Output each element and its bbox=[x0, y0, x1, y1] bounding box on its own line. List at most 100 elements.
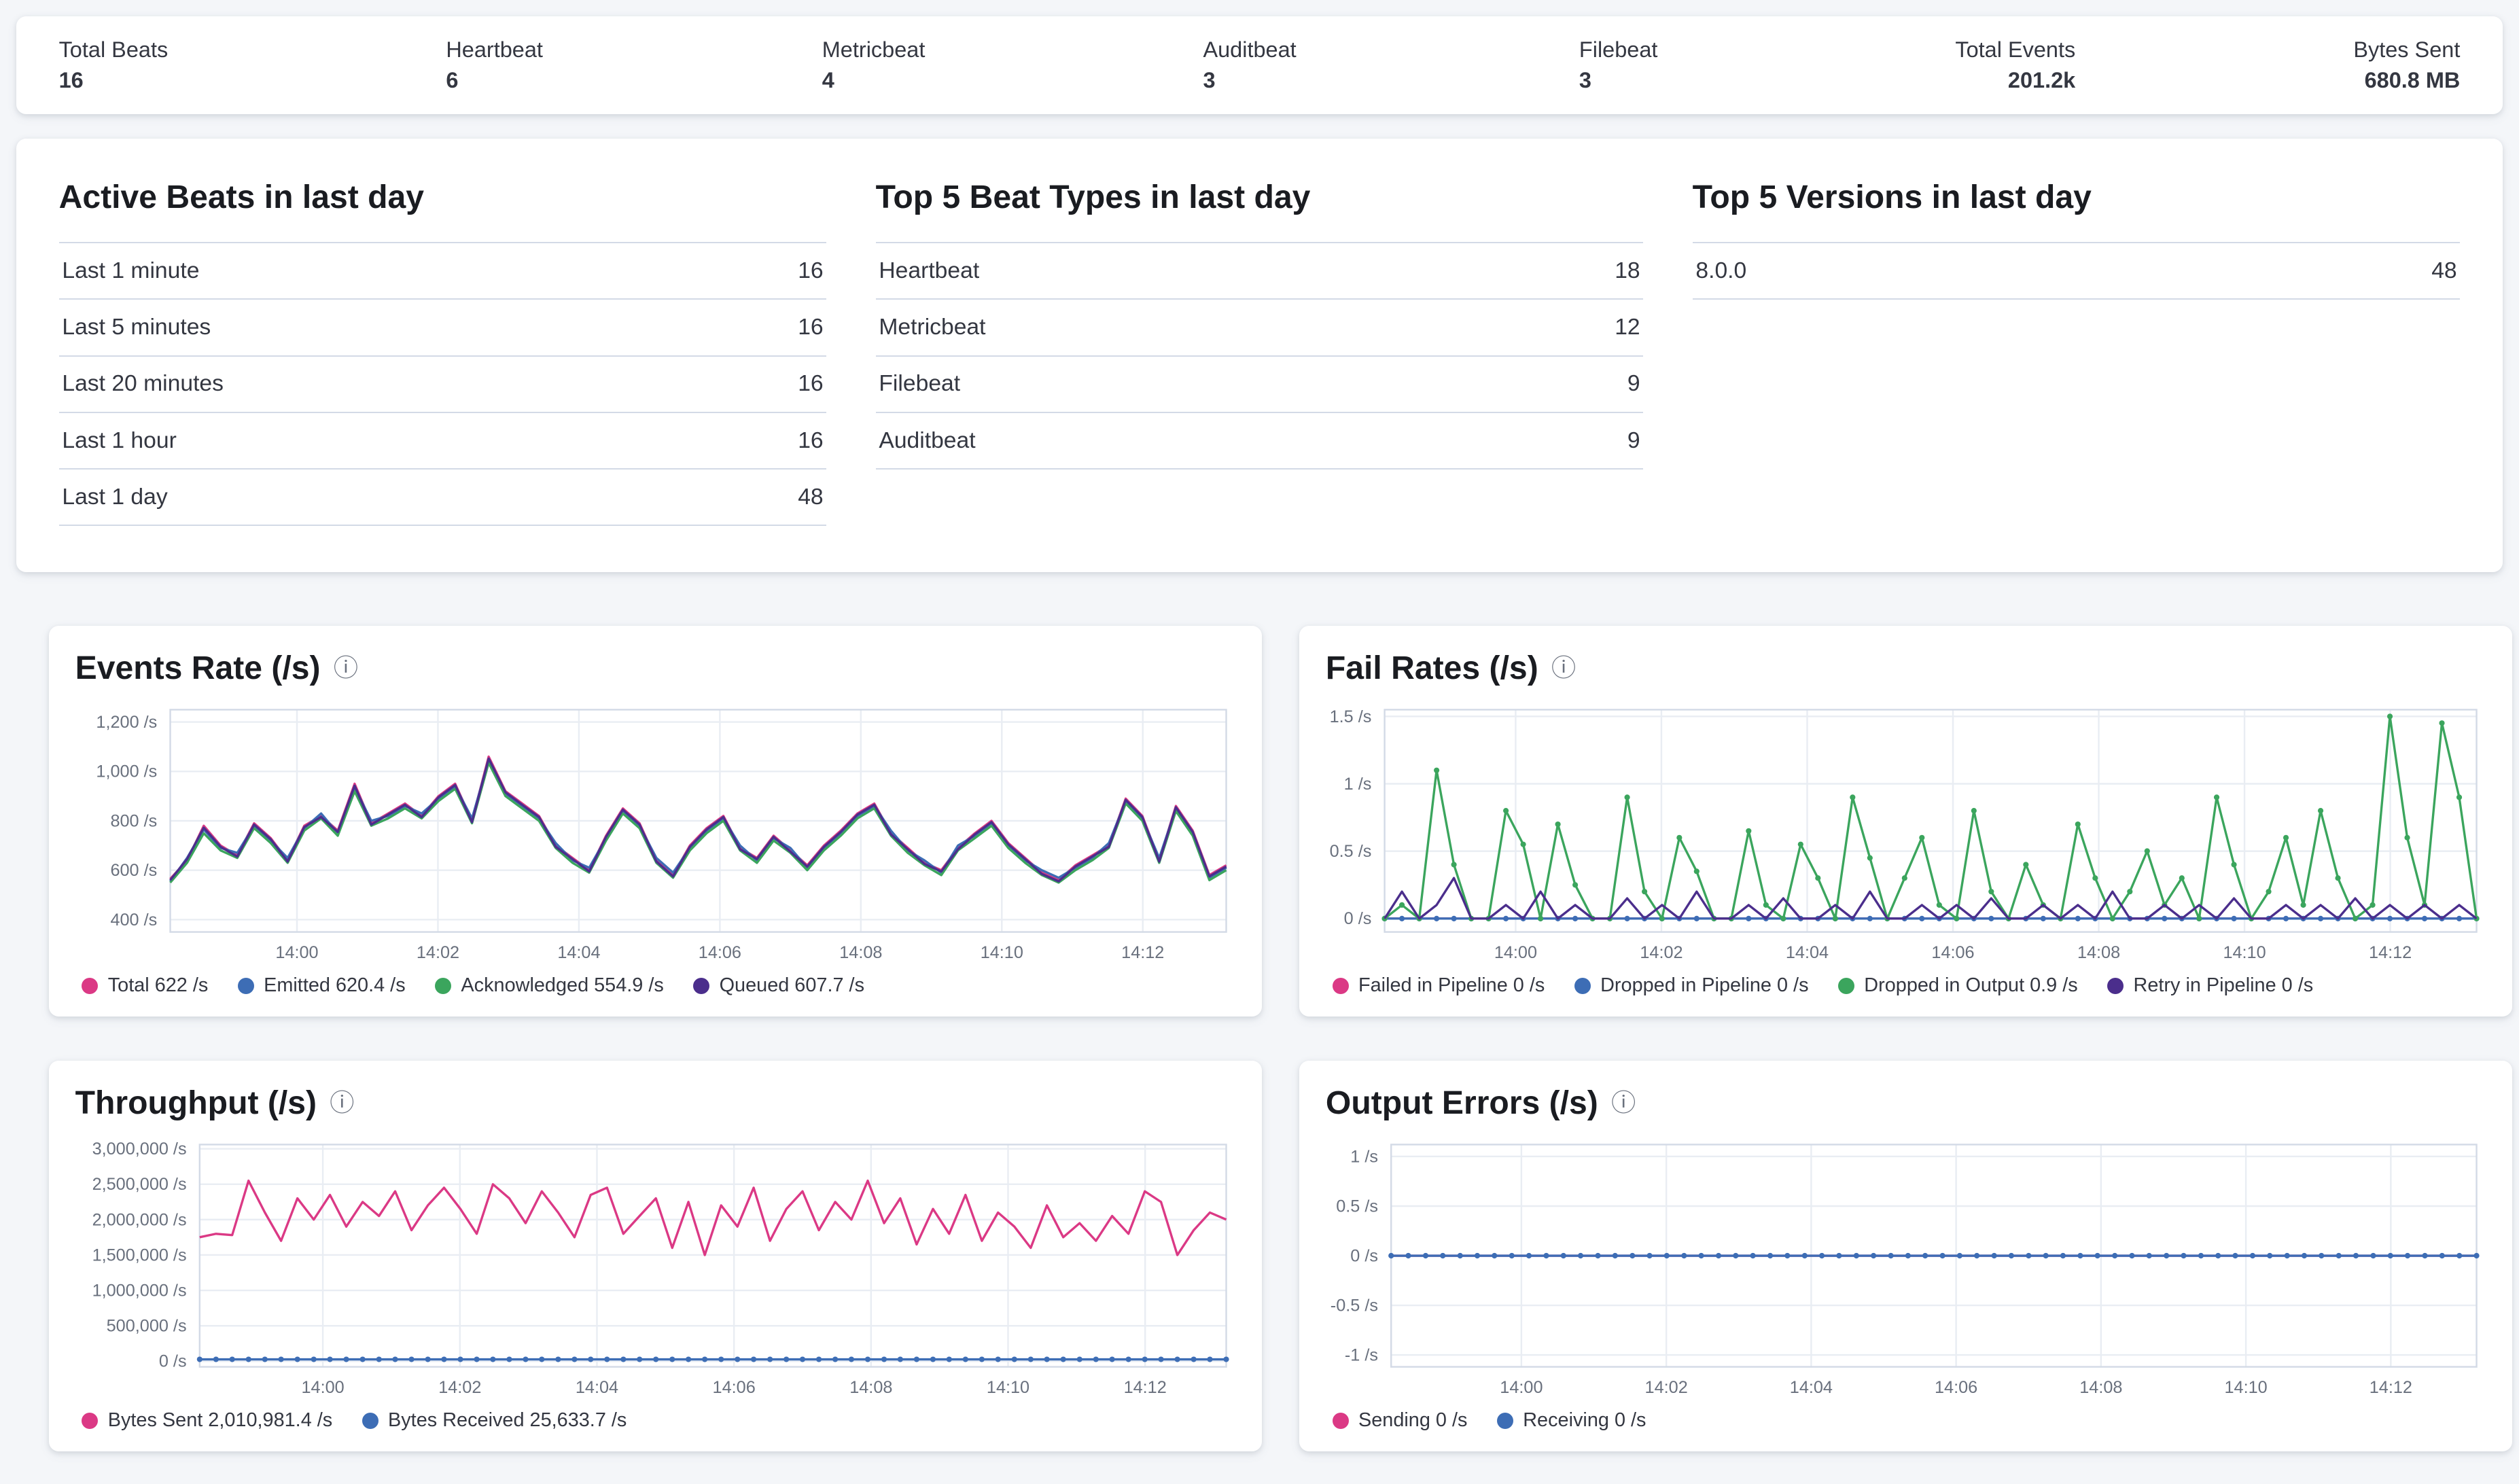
svg-text:14:02: 14:02 bbox=[1644, 1378, 1687, 1397]
row-label: Metricbeat bbox=[876, 299, 1475, 355]
chart-title: Throughput (/s) bbox=[75, 1084, 317, 1122]
chart-card: Events Rate (/s) ⓘ 1,200 /s1,000 /s800 /… bbox=[49, 626, 1262, 1017]
svg-text:14:08: 14:08 bbox=[2077, 943, 2120, 962]
legend-label: Acknowledged 554.9 /s bbox=[461, 974, 663, 997]
panel-table: Last 1 minute 16 Last 5 minutes 16 Last … bbox=[59, 242, 827, 526]
chart-plot[interactable]: 1,200 /s1,000 /s800 /s600 /s400 /s14:001… bbox=[75, 700, 1236, 968]
svg-text:14:02: 14:02 bbox=[438, 1378, 481, 1397]
chart-legend: Total 622 /s Emitted 620.4 /s Acknowledg… bbox=[82, 974, 1235, 997]
charts-grid: Events Rate (/s) ⓘ 1,200 /s1,000 /s800 /… bbox=[49, 626, 2486, 1451]
legend-item[interactable]: Acknowledged 554.9 /s bbox=[435, 974, 664, 997]
row-label: 8.0.0 bbox=[1693, 243, 2186, 299]
legend-item[interactable]: Bytes Received 25,633.7 /s bbox=[362, 1409, 627, 1432]
row-value: 16 bbox=[704, 412, 827, 469]
svg-text:14:10: 14:10 bbox=[2224, 1378, 2267, 1397]
svg-text:14:02: 14:02 bbox=[1640, 943, 1683, 962]
chart-title: Output Errors (/s) bbox=[1326, 1084, 1598, 1122]
info-icon[interactable]: ⓘ bbox=[334, 656, 358, 680]
chart-card: Output Errors (/s) ⓘ 1 /s0.5 /s0 /s-0.5 … bbox=[1299, 1061, 2512, 1451]
legend-label: Retry in Pipeline 0 /s bbox=[2133, 974, 2313, 997]
row-label: Heartbeat bbox=[876, 243, 1475, 299]
chart-legend: Bytes Sent 2,010,981.4 /s Bytes Received… bbox=[82, 1409, 1235, 1432]
svg-text:14:12: 14:12 bbox=[1121, 943, 1164, 962]
legend-label: Queued 607.7 /s bbox=[720, 974, 864, 997]
legend-item[interactable]: Bytes Sent 2,010,981.4 /s bbox=[82, 1409, 332, 1432]
legend-item[interactable]: Failed in Pipeline 0 /s bbox=[1333, 974, 1545, 997]
svg-text:14:02: 14:02 bbox=[417, 943, 459, 962]
svg-text:0 /s: 0 /s bbox=[1350, 1246, 1378, 1265]
row-value: 9 bbox=[1475, 412, 1644, 469]
svg-text:600 /s: 600 /s bbox=[110, 861, 157, 880]
legend-label: Failed in Pipeline 0 /s bbox=[1358, 974, 1545, 997]
stat-label: Metricbeat bbox=[822, 37, 926, 63]
svg-text:1 /s: 1 /s bbox=[1344, 775, 1372, 794]
svg-text:1.5 /s: 1.5 /s bbox=[1329, 707, 1371, 726]
panel-table: 8.0.0 48 bbox=[1693, 242, 2461, 300]
svg-text:14:00: 14:00 bbox=[301, 1378, 344, 1397]
svg-text:14:00: 14:00 bbox=[275, 943, 318, 962]
chart-header: Fail Rates (/s) ⓘ bbox=[1326, 649, 2486, 687]
legend-dot-icon bbox=[2107, 978, 2124, 994]
chart-plot[interactable]: 1.5 /s1 /s0.5 /s0 /s14:0014:0214:0414:06… bbox=[1326, 700, 2486, 968]
chart-legend: Failed in Pipeline 0 /s Dropped in Pipel… bbox=[1333, 974, 2486, 997]
stat-value: 6 bbox=[446, 68, 544, 93]
svg-text:14:10: 14:10 bbox=[980, 943, 1023, 962]
chart-title: Events Rate (/s) bbox=[75, 649, 321, 687]
legend-dot-icon bbox=[1574, 978, 1591, 994]
legend-label: Sending 0 /s bbox=[1358, 1409, 1467, 1432]
info-icon[interactable]: ⓘ bbox=[330, 1091, 354, 1115]
svg-text:0.5 /s: 0.5 /s bbox=[1336, 1197, 1378, 1216]
legend-label: Receiving 0 /s bbox=[1523, 1409, 1646, 1432]
table-row: 8.0.0 48 bbox=[1693, 243, 2461, 299]
svg-text:1 /s: 1 /s bbox=[1350, 1147, 1378, 1166]
chart-plot[interactable]: 3,000,000 /s2,500,000 /s2,000,000 /s1,50… bbox=[75, 1135, 1236, 1403]
legend-item[interactable]: Total 622 /s bbox=[82, 974, 208, 997]
svg-text:14:04: 14:04 bbox=[576, 1378, 618, 1397]
table-row: Last 1 day 48 bbox=[59, 469, 827, 525]
legend-dot-icon bbox=[238, 978, 254, 994]
info-icon[interactable]: ⓘ bbox=[1611, 1091, 1636, 1115]
beats-summary-card: Active Beats in last day Last 1 minute 1… bbox=[16, 139, 2503, 572]
legend-dot-icon bbox=[362, 1413, 378, 1429]
legend-item[interactable]: Receiving 0 /s bbox=[1497, 1409, 1646, 1432]
stat-label: Filebeat bbox=[1579, 37, 1677, 63]
row-value: 48 bbox=[704, 469, 827, 525]
legend-item[interactable]: Sending 0 /s bbox=[1333, 1409, 1468, 1432]
table-row: Auditbeat 9 bbox=[876, 412, 1644, 469]
stat: Bytes Sent 680.8 MB bbox=[2353, 37, 2460, 92]
svg-text:2,000,000 /s: 2,000,000 /s bbox=[92, 1210, 186, 1229]
svg-text:14:06: 14:06 bbox=[712, 1378, 755, 1397]
chart-card: Fail Rates (/s) ⓘ 1.5 /s1 /s0.5 /s0 /s14… bbox=[1299, 626, 2512, 1017]
legend-item[interactable]: Dropped in Output 0.9 /s bbox=[1838, 974, 2078, 997]
info-icon[interactable]: ⓘ bbox=[1551, 656, 1576, 680]
stat: Total Events 201.2k bbox=[1955, 37, 2075, 92]
summary-panel: Top 5 Versions in last day 8.0.0 48 bbox=[1693, 178, 2461, 527]
legend-item[interactable]: Dropped in Pipeline 0 /s bbox=[1574, 974, 1809, 997]
svg-text:14:04: 14:04 bbox=[557, 943, 600, 962]
legend-label: Bytes Received 25,633.7 /s bbox=[388, 1409, 627, 1432]
legend-item[interactable]: Queued 607.7 /s bbox=[693, 974, 864, 997]
svg-text:1,200 /s: 1,200 /s bbox=[96, 713, 157, 732]
svg-text:14:00: 14:00 bbox=[1494, 943, 1537, 962]
chart-plot[interactable]: 1 /s0.5 /s0 /s-0.5 /s-1 /s14:0014:0214:0… bbox=[1326, 1135, 2486, 1403]
stat: Metricbeat 4 bbox=[822, 37, 926, 92]
stat-label: Bytes Sent bbox=[2353, 37, 2460, 63]
row-value: 16 bbox=[704, 356, 827, 412]
svg-text:14:06: 14:06 bbox=[698, 943, 741, 962]
svg-text:14:08: 14:08 bbox=[849, 1378, 892, 1397]
svg-text:14:06: 14:06 bbox=[1931, 943, 1974, 962]
legend-dot-icon bbox=[1497, 1413, 1513, 1429]
stats-bar: Total Beats 16 Heartbeat 6 Metricbeat 4 … bbox=[16, 16, 2503, 114]
row-value: 48 bbox=[2185, 243, 2460, 299]
legend-label: Bytes Sent 2,010,981.4 /s bbox=[108, 1409, 333, 1432]
row-label: Last 1 hour bbox=[59, 412, 704, 469]
legend-label: Total 622 /s bbox=[108, 974, 209, 997]
svg-text:14:00: 14:00 bbox=[1500, 1378, 1543, 1397]
legend-item[interactable]: Emitted 620.4 /s bbox=[238, 974, 406, 997]
svg-text:14:10: 14:10 bbox=[2223, 943, 2266, 962]
chart-header: Events Rate (/s) ⓘ bbox=[75, 649, 1236, 687]
stat: Filebeat 3 bbox=[1579, 37, 1677, 92]
svg-text:0 /s: 0 /s bbox=[159, 1352, 187, 1371]
stat-label: Total Events bbox=[1955, 37, 2075, 63]
legend-item[interactable]: Retry in Pipeline 0 /s bbox=[2107, 974, 2313, 997]
